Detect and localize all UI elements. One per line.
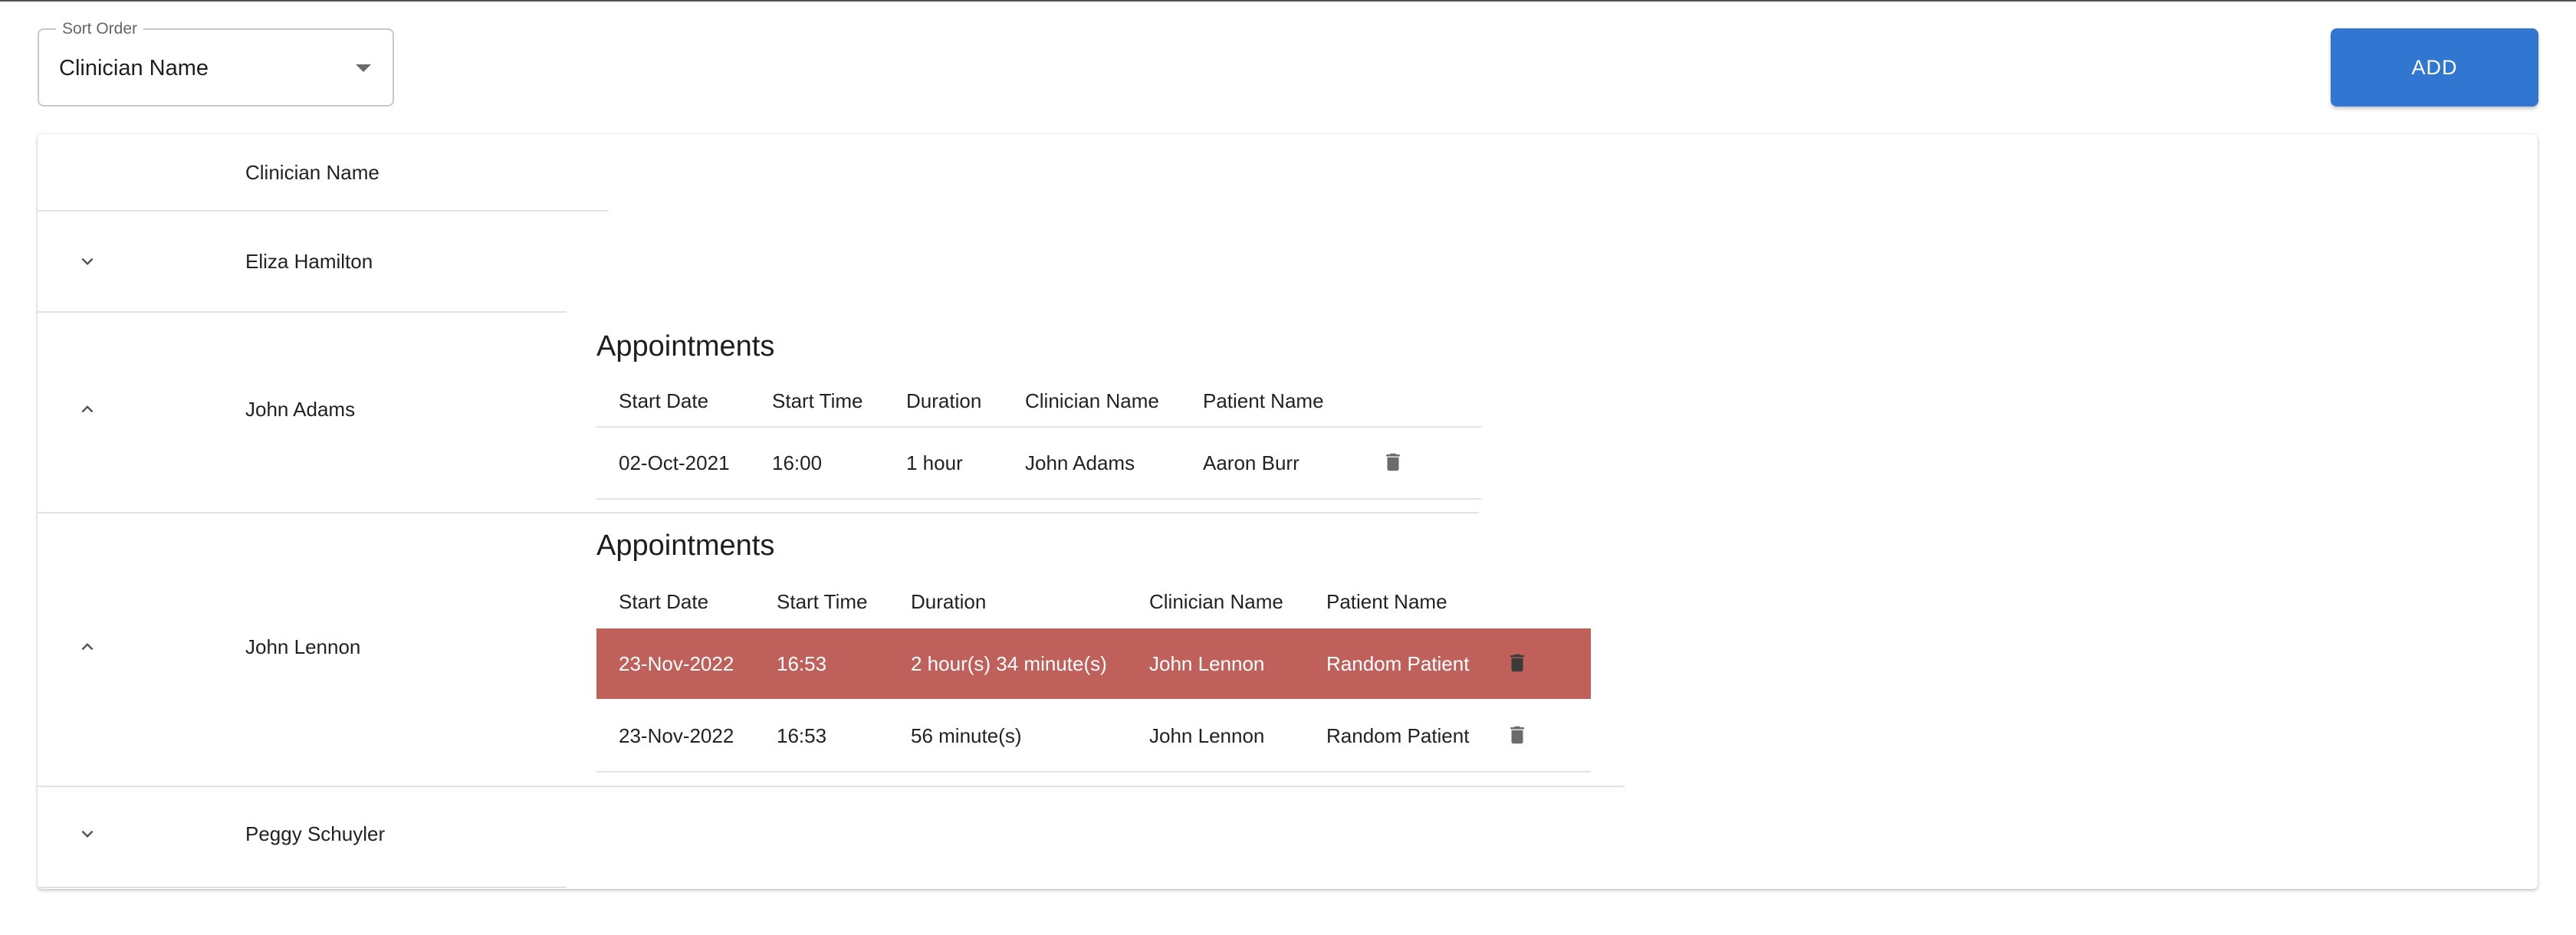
- chevron-up-icon[interactable]: [76, 635, 99, 658]
- appointment-start-time: 16:53: [777, 724, 827, 747]
- clinician-name: John Adams: [245, 398, 356, 421]
- column-header-patient-name: Patient Name: [1203, 389, 1324, 412]
- column-header-clinician-name[interactable]: Clinician Name: [245, 161, 380, 184]
- clinician-table: Clinician Name Eliza Hamilton John Adams…: [38, 134, 2538, 889]
- table-row: Eliza Hamilton: [38, 212, 567, 311]
- column-header-start-time: Start Time: [772, 389, 863, 412]
- chevron-up-icon[interactable]: [76, 398, 99, 421]
- appointment-start-time: 16:53: [777, 652, 827, 675]
- appointment-start-date: 23-Nov-2022: [619, 652, 734, 675]
- top-border: [0, 0, 2576, 2]
- clinician-name: John Lennon: [245, 635, 361, 658]
- appointment-clinician: John Lennon: [1149, 724, 1265, 747]
- chevron-down-icon[interactable]: [76, 822, 99, 845]
- caret-down-icon: [356, 64, 371, 72]
- appointment-row: 23-Nov-2022 16:53 56 minute(s) John Lenn…: [596, 700, 1591, 771]
- appointment-row-highlighted[interactable]: 23-Nov-2022 16:53 2 hour(s) 34 minute(s)…: [596, 628, 1591, 699]
- divider: [596, 498, 1481, 500]
- sort-order-select[interactable]: Sort Order Clinician Name: [38, 19, 394, 107]
- table-row: John Adams Appointments Start Date Start…: [38, 313, 1481, 512]
- trash-icon[interactable]: [1382, 448, 1405, 476]
- chevron-down-icon[interactable]: [76, 250, 99, 273]
- column-header-start-time: Start Time: [777, 590, 868, 613]
- trash-icon[interactable]: [1506, 649, 1529, 677]
- table-row: Peggy Schuyler: [38, 787, 567, 887]
- column-header-clinician-name: Clinician Name: [1149, 590, 1283, 613]
- column-header-duration: Duration: [911, 590, 987, 613]
- appointment-patient: Random Patient: [1326, 724, 1470, 747]
- appointment-start-date: 23-Nov-2022: [619, 724, 734, 747]
- divider: [38, 887, 567, 888]
- appointment-start-date: 02-Oct-2021: [619, 451, 730, 474]
- table-row: John Lennon Appointments Start Date Star…: [38, 513, 1625, 786]
- appointment-duration: 1 hour: [906, 451, 963, 474]
- appointment-start-time: 16:00: [772, 451, 823, 474]
- clinician-name: Peggy Schuyler: [245, 822, 386, 845]
- appointment-patient: Aaron Burr: [1203, 451, 1300, 474]
- column-header-start-date: Start Date: [619, 590, 709, 613]
- column-header-patient-name: Patient Name: [1326, 590, 1447, 613]
- appointments-title: Appointments: [596, 330, 775, 363]
- appointment-clinician: John Adams: [1025, 451, 1135, 474]
- column-header-start-date: Start Date: [619, 389, 709, 412]
- add-button[interactable]: ADD: [2331, 28, 2538, 107]
- divider: [596, 771, 1591, 773]
- sort-order-value: Clinician Name: [59, 56, 209, 80]
- appointment-clinician: John Lennon: [1149, 652, 1265, 675]
- appointment-duration: 56 minute(s): [911, 724, 1022, 747]
- column-header-duration: Duration: [906, 389, 982, 412]
- trash-icon[interactable]: [1506, 721, 1529, 749]
- column-header-clinician-name: Clinician Name: [1025, 389, 1159, 412]
- clinician-name: Eliza Hamilton: [245, 250, 373, 273]
- appointment-patient: Random Patient: [1326, 652, 1470, 675]
- appointments-title: Appointments: [596, 530, 775, 562]
- sort-order-label: Sort Order: [56, 19, 144, 39]
- appointment-row: 02-Oct-2021 16:00 1 hour John Adams Aaro…: [596, 428, 1481, 498]
- appointment-duration: 2 hour(s) 34 minute(s): [911, 652, 1107, 675]
